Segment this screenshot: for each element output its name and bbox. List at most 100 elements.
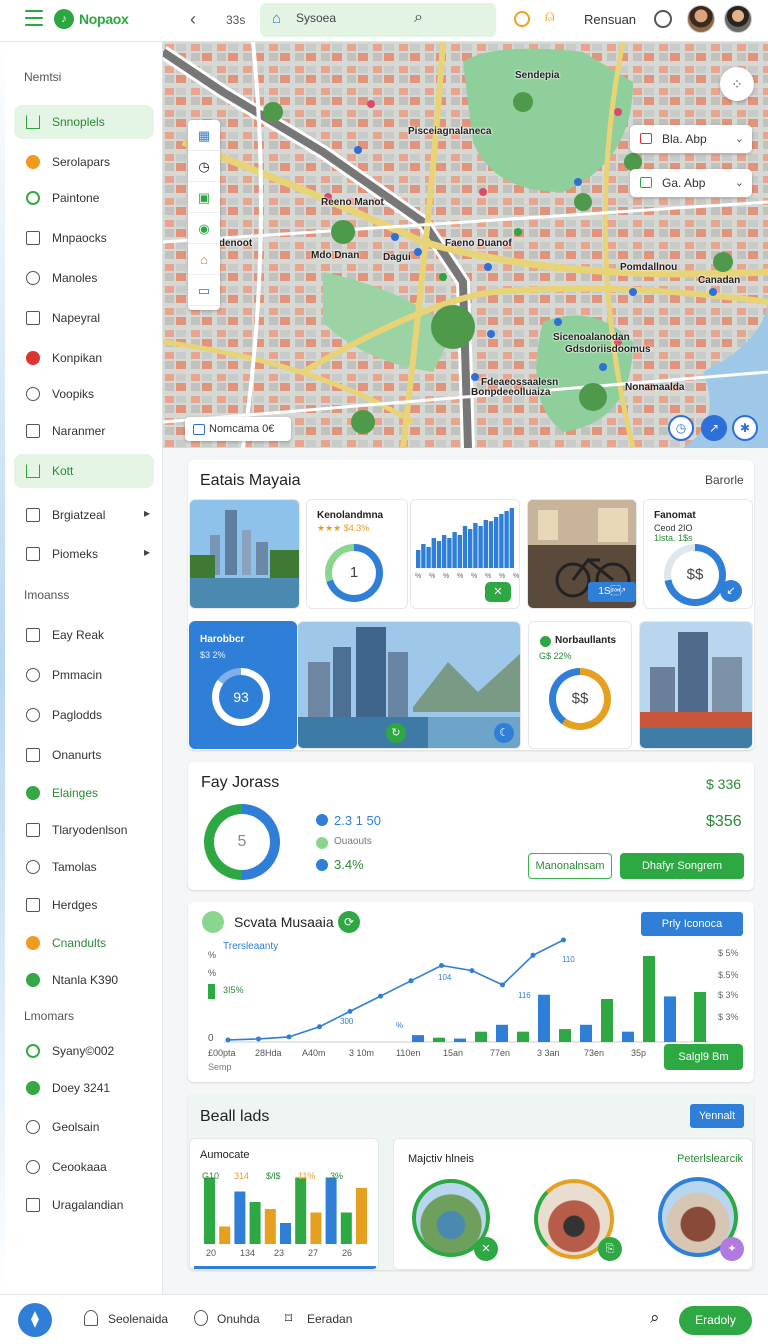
sidebar-item[interactable]: Tlaryodenlson [14, 813, 154, 847]
rating-card[interactable]: Kenolandmna ★★★ $4.3% 1 [306, 499, 408, 609]
chevron-right-icon[interactable]: ▸ [144, 545, 150, 559]
panel-link[interactable]: Barorle [705, 473, 744, 487]
ring-stat-card[interactable]: Fanomat Ceod 2IO 1lsta. 1$s $$ ↙ [643, 499, 753, 609]
mini-x-label: 134 [240, 1248, 255, 1258]
sidebar-item[interactable]: Herdges [14, 888, 154, 922]
clock-icon[interactable]: ◷ [188, 151, 220, 182]
app-name[interactable]: Nopaox [79, 11, 129, 27]
compass-icon[interactable]: ⁘ [720, 67, 754, 101]
settings-icon[interactable] [654, 10, 672, 28]
secondary-button[interactable]: Manonalnsam [528, 853, 612, 879]
photo-badge[interactable]: 1S↗ [588, 582, 636, 602]
harbor-photo-card[interactable] [639, 621, 753, 749]
photo-rings-card[interactable]: Majctiv hlneis Peterlslearcik ✕ ⎘ ✦ [393, 1138, 753, 1270]
moon-icon[interactable]: ☾ [494, 723, 514, 743]
sidebar-item[interactable]: Eay Reak [14, 618, 154, 652]
search-bar[interactable]: ⌂ ⌕ [260, 3, 496, 37]
layers-icon[interactable]: ▣ [188, 182, 220, 213]
primary-button[interactable]: Dhafyr Songrem [620, 853, 744, 879]
trend-bar [462, 526, 468, 568]
bar-mini-card[interactable]: Aumocate G10 314 $/l$ 11% 3% 20 134 23 27 26 [189, 1138, 379, 1270]
sidebar-item[interactable]: Serolapars [14, 145, 154, 179]
skyline-photo-card[interactable]: ↻ ☾ [297, 621, 521, 749]
bottom-nav-item[interactable]: Seolenaida [108, 1312, 168, 1326]
star-icon[interactable]: ✦ [720, 1237, 744, 1261]
refresh-icon[interactable]: ↻ [386, 723, 406, 743]
amount-top: $ 336 [706, 776, 742, 792]
bottom-action-button[interactable]: Eradoly [679, 1306, 752, 1335]
map-filter[interactable]: Ga. Abp ⌄ [630, 169, 752, 197]
sidebar-item[interactable]: Elainges [14, 776, 154, 810]
sidebar-item[interactable]: Piomeks ▸ [14, 537, 154, 571]
location-icon[interactable]: ⍝ [545, 8, 555, 26]
sidebar-item[interactable]: Cnandults [14, 926, 154, 960]
sidebar-item[interactable]: Manoles [14, 261, 154, 295]
bottom-nav-item[interactable]: Eeradan [307, 1312, 352, 1326]
shop-icon[interactable]: ⌂ [188, 244, 220, 275]
scroll-indicator[interactable] [194, 1266, 376, 1269]
blue-stat-card[interactable]: Harobbcr $3 2% 93 [189, 621, 297, 749]
sidebar-item[interactable]: Voopiks [14, 377, 154, 411]
search-input[interactable] [296, 11, 446, 25]
avatar[interactable] [724, 5, 752, 33]
back-icon[interactable]: ‹ [190, 9, 196, 30]
sidebar-item[interactable]: Syany©002 [14, 1034, 154, 1068]
sidebar-item[interactable]: Ceookaaa [14, 1150, 154, 1184]
bicycle-photo-card[interactable]: 1S↗ [527, 499, 637, 609]
sidebar-item[interactable]: Kott [14, 454, 154, 488]
user-name[interactable]: Rensuan [584, 12, 636, 27]
sidebar-item[interactable]: Tamolas [14, 850, 154, 884]
tick-label: % [513, 573, 519, 580]
clock-icon[interactable]: ◷ [668, 415, 694, 441]
card-link[interactable]: Peterlslearcik [677, 1153, 743, 1165]
notification-icon[interactable] [514, 11, 530, 27]
stats-bottom-button[interactable]: Salgl9 Bm [664, 1044, 743, 1070]
avatar[interactable] [687, 5, 715, 33]
city-photo-card[interactable] [189, 499, 300, 609]
bealls-button[interactable]: Yennalt [690, 1104, 744, 1128]
sidebar-item[interactable]: Geolsain [14, 1110, 154, 1144]
sidebar-item[interactable]: Uragalandian [14, 1188, 154, 1222]
grid-icon[interactable]: ▦ [188, 120, 220, 151]
chat-icon[interactable] [194, 1310, 208, 1326]
chart-bar [559, 1029, 571, 1042]
close-icon[interactable]: ✕ [485, 582, 511, 602]
sidebar-item[interactable]: Doey 3241 [14, 1071, 154, 1105]
search-icon[interactable]: ⌕ [650, 1308, 664, 1327]
chevron-right-icon[interactable]: ▸ [144, 506, 150, 520]
globe-icon[interactable]: ◉ [188, 213, 220, 244]
sidebar-item[interactable]: Brgiatzeal ▸ [14, 498, 154, 532]
home-icon[interactable]: ⧫ [18, 1303, 52, 1337]
arrow-icon[interactable]: ↙ [720, 580, 742, 602]
sidebar-item[interactable]: Paglodds [14, 698, 154, 732]
sidebar-item[interactable]: Snnoplels [14, 105, 154, 139]
sidebar-item[interactable]: Pmmacin [14, 658, 154, 692]
tag-icon[interactable]: ⌑ [285, 1310, 299, 1326]
progress-ring: 93 [212, 668, 270, 726]
donut-stat-card[interactable]: Norbaullants G$ 22% $$ [528, 621, 632, 749]
sidebar-item[interactable]: Konpikan [14, 341, 154, 375]
map-chip[interactable]: Nomcama 0€ [185, 417, 291, 441]
chevron-down-icon[interactable]: ⌄ [735, 169, 744, 197]
search-icon[interactable]: ⌕ [414, 9, 423, 27]
sidebar-item[interactable]: Napeyral [14, 301, 154, 335]
map-view[interactable]: Sendepia Pisceiagnalaneca Reeno Manot rd… [163, 42, 768, 448]
sidebar-scrollbar[interactable] [0, 42, 5, 1294]
settings-icon[interactable]: ✱ [732, 415, 758, 441]
sidebar-item[interactable]: Paintone [14, 181, 154, 215]
chevron-down-icon[interactable]: ⌄ [735, 125, 744, 153]
sidebar-item[interactable]: Onanurts [14, 738, 154, 772]
sidebar-item[interactable]: Ntanla K390 [14, 963, 154, 997]
menu-icon[interactable] [25, 10, 43, 26]
x-tick-label: 28Hda [255, 1048, 282, 1058]
sidebar-item[interactable]: Mnpaocks [14, 221, 154, 255]
bookmark-icon[interactable]: ⎘ [598, 1237, 622, 1261]
map-filter[interactable]: Bla. Abp ⌄ [630, 125, 752, 153]
sidebar-item[interactable]: Naranmer [14, 414, 154, 448]
navigate-icon[interactable]: ↗ [701, 415, 727, 441]
bar-trend-card[interactable]: %%%%%%%% ✕ [410, 499, 520, 609]
user-icon[interactable] [84, 1310, 98, 1326]
window-icon[interactable]: ▭ [188, 275, 220, 306]
bottom-nav-item[interactable]: Onuhda [217, 1312, 260, 1326]
close-icon[interactable]: ✕ [474, 1237, 498, 1261]
